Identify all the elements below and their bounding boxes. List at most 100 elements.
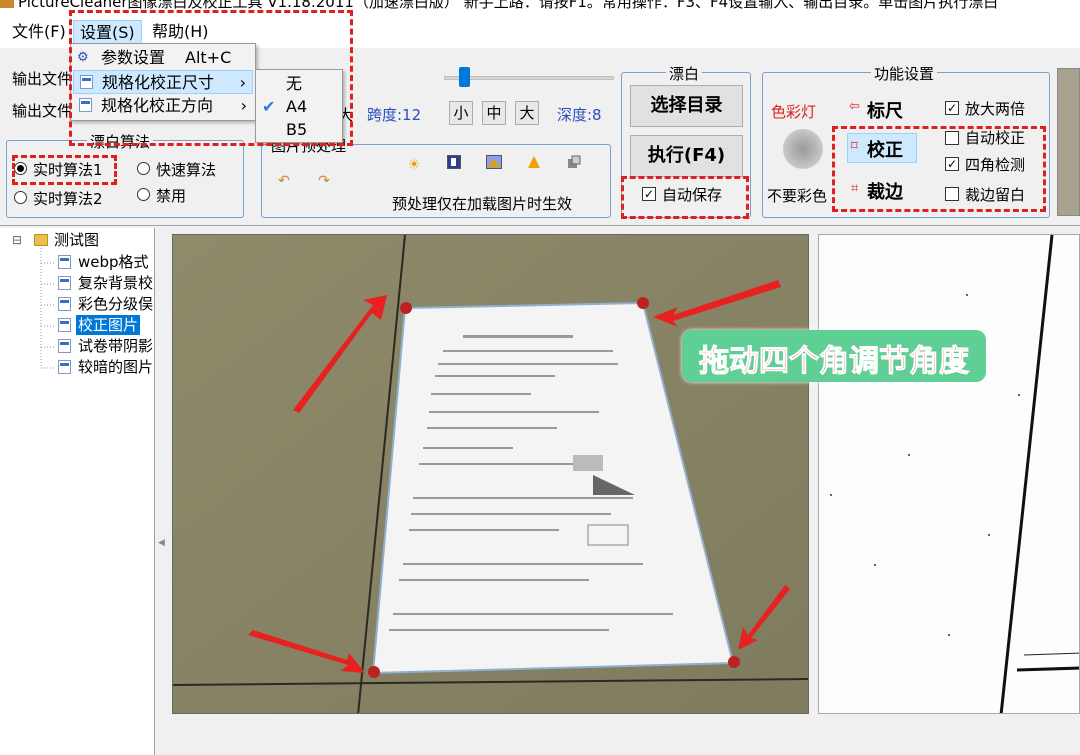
tree-item-webp[interactable]: webp格式 [78, 252, 149, 272]
preprocess-group: 图片预处理 ↶ ↷ ☀ 预处理仅在加载图片时生效 [261, 135, 611, 218]
source-image[interactable] [173, 235, 809, 714]
page-icon [80, 75, 93, 89]
corner-handle-top-right[interactable] [637, 297, 649, 309]
auto-save-label[interactable]: 自动保存 [662, 184, 722, 205]
corner-handle-bottom-left[interactable] [368, 666, 380, 678]
callout-box: 拖动四个角调节角度 [682, 330, 986, 382]
span-label: 跨度:12 [367, 106, 422, 124]
functions-group: 功能设置 色彩灯 不要彩色 ⇦ 标尺 ⌑ 校正 ⌗ 裁边 ✓ 放大两倍 自动校正… [762, 63, 1050, 218]
tree-item-color-grade[interactable]: 彩色分级俣 [78, 294, 153, 314]
brush-slider-thumb[interactable] [459, 67, 470, 87]
crop-button[interactable]: 裁边 [867, 178, 903, 204]
check-icon: ✔ [262, 97, 276, 116]
double-zoom-label[interactable]: 放大两倍 [965, 98, 1025, 119]
settings-dropdown: ⚙ 参数设置 Alt+C 规格化校正尺寸 › 规格化校正方向 › [70, 43, 256, 121]
output-label-2: 输出文件 [12, 102, 73, 120]
no-color-label[interactable]: 不要彩色 [767, 185, 827, 206]
size-a4-label: A4 [286, 97, 308, 116]
crop-margin-checkbox[interactable] [945, 187, 959, 201]
menu-file[interactable]: 文件(F) [6, 20, 72, 44]
menu-help[interactable]: 帮助(H) [146, 20, 215, 44]
brush-large-button[interactable]: 大 [515, 101, 539, 125]
size-none[interactable]: 无 [258, 72, 340, 96]
warning-triangle-icon[interactable] [524, 155, 544, 175]
select-dir-button[interactable]: 选择目录 [630, 85, 743, 127]
algo-disable-radio[interactable] [137, 188, 150, 201]
auto-save-checkbox[interactable]: ✓ [642, 187, 656, 201]
brush-medium-button[interactable]: 中 [482, 101, 506, 125]
whitening-algo-group: 漂白算法 实时算法1 快速算法 实时算法2 禁用 [6, 131, 244, 218]
menu-settings[interactable]: 设置(S) [73, 20, 142, 44]
ruler-icon: ⇦ [849, 99, 860, 114]
tree-lines [40, 248, 56, 369]
corner-handle-bottom-right[interactable] [728, 656, 740, 668]
app-window: PictureCleaner图像漂白及校正工具 V1.18.2011（加速漂白版… [0, 0, 1080, 755]
size-b5[interactable]: B5 [258, 118, 340, 142]
corner-detect-label[interactable]: 四角检测 [965, 154, 1025, 175]
title-bar: PictureCleaner图像漂白及校正工具 V1.18.2011（加速漂白版… [0, 0, 1080, 14]
crop-margin-label[interactable]: 裁边留白 [965, 184, 1025, 205]
correct-button[interactable]: 校正 [867, 136, 903, 162]
menu-normalize-orientation[interactable]: 规格化校正方向 › [73, 94, 253, 118]
piaobai-group: 漂白 选择目录 执行(F4) ✓ 自动保存 [621, 63, 751, 218]
depth-label: 深度:8 [557, 106, 602, 124]
size-b5-label: B5 [286, 120, 308, 139]
size-a4[interactable]: ✔ A4 [258, 95, 340, 119]
panel-splitter[interactable]: ◀ [155, 228, 169, 755]
window-title: PictureCleaner图像漂白及校正工具 V1.18.2011（加速漂白版… [18, 0, 999, 11]
corner-handle-top-left[interactable] [400, 302, 412, 314]
undo-icon[interactable]: ↶ [274, 171, 294, 191]
contrast-icon[interactable] [444, 155, 464, 175]
menu-param-settings-shortcut: Alt+C [185, 48, 232, 67]
piaobai-title: 漂白 [666, 63, 703, 84]
output-label-1: 输出文件 [12, 70, 73, 88]
tree-item-complex-bg[interactable]: 复杂背景校 [78, 273, 153, 293]
correct-icon: ⌑ [851, 139, 858, 154]
tree-item-dark-image[interactable]: 较暗的图片 [78, 357, 153, 377]
file-tree: ⊟ 测试图 webp格式 复杂背景校 彩色分级俣 校正图片 试卷带阴影 较暗的图… [0, 228, 155, 755]
algo-realtime1-label[interactable]: 实时算法1 [33, 159, 103, 180]
algo-realtime2-radio[interactable] [14, 191, 27, 204]
page-icon [79, 98, 92, 112]
color-lamp-indicator[interactable] [783, 129, 823, 169]
auto-correct-checkbox[interactable] [945, 131, 959, 145]
algo-fast-label[interactable]: 快速算法 [156, 159, 216, 180]
menu-param-settings[interactable]: ⚙ 参数设置 Alt+C [73, 46, 253, 70]
redo-icon[interactable]: ↷ [314, 171, 334, 191]
ruler-button[interactable]: 标尺 [867, 97, 903, 123]
source-image-canvas[interactable] [172, 234, 809, 714]
splitter-grip-icon: ◀ [158, 538, 165, 548]
algo-realtime1-radio[interactable] [14, 162, 27, 175]
crop-icon: ⌗ [851, 181, 859, 196]
whitening-algo-title: 漂白算法 [87, 131, 154, 152]
brush-small-button[interactable]: 小 [449, 101, 473, 125]
app-icon [0, 0, 14, 8]
brightness-icon[interactable]: ☀ [404, 155, 424, 175]
double-zoom-checkbox[interactable]: ✓ [945, 101, 959, 115]
preview-thumbnail [1057, 68, 1080, 216]
chevron-right-icon: › [239, 73, 246, 92]
gear-icon: ⚙ [77, 50, 89, 65]
size-submenu: 无 ✔ A4 B5 [255, 69, 343, 143]
output-image-canvas[interactable] [818, 234, 1080, 714]
size-none-label: 无 [286, 74, 303, 93]
image-adjust-icon[interactable] [484, 155, 504, 175]
menu-param-settings-label: 参数设置 [101, 48, 166, 67]
execute-button[interactable]: 执行(F4) [630, 135, 743, 177]
chevron-right-icon: › [240, 96, 247, 115]
menu-normalize-size[interactable]: 规格化校正尺寸 › [73, 70, 253, 94]
grayscale-icon[interactable] [564, 155, 584, 175]
functions-title: 功能设置 [871, 63, 938, 84]
algo-realtime2-label[interactable]: 实时算法2 [33, 188, 103, 209]
tree-item-correct-image[interactable]: 校正图片 [76, 315, 141, 335]
menu-normalize-orientation-label: 规格化校正方向 [101, 96, 214, 115]
output-image [819, 235, 1079, 713]
tree-item-exam-shadow[interactable]: 试卷带阴影 [78, 336, 153, 356]
auto-correct-label[interactable]: 自动校正 [965, 127, 1025, 148]
preprocess-note: 预处理仅在加载图片时生效 [392, 195, 573, 213]
algo-disable-label[interactable]: 禁用 [156, 185, 186, 206]
menu-normalize-size-label: 规格化校正尺寸 [102, 73, 215, 92]
color-lamp-label: 色彩灯 [771, 103, 817, 121]
algo-fast-radio[interactable] [137, 162, 150, 175]
corner-detect-checkbox[interactable]: ✓ [945, 157, 959, 171]
